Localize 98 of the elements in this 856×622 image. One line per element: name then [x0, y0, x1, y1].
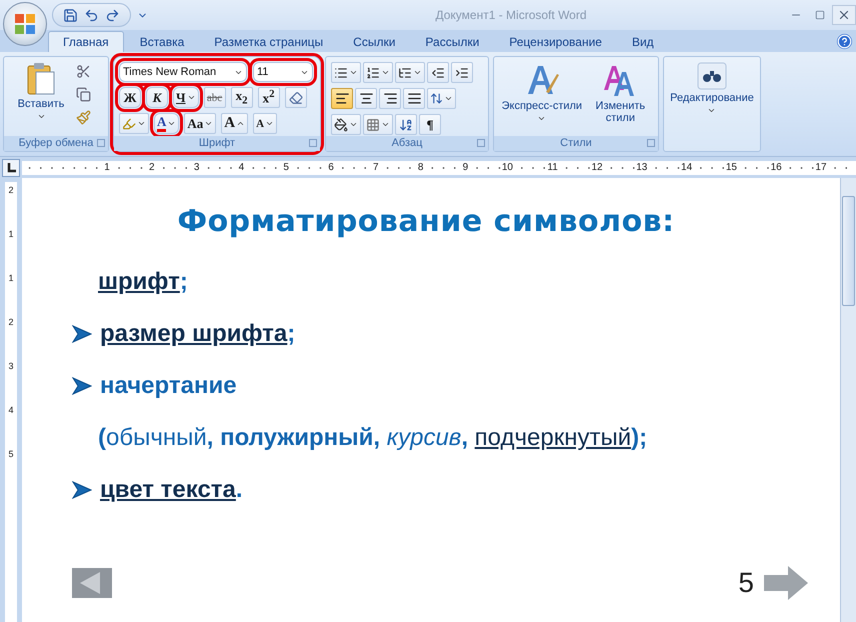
- numbering-button[interactable]: [363, 62, 393, 83]
- caret-icon: [381, 120, 390, 129]
- numbered-list-icon: [366, 66, 380, 80]
- align-icon: [358, 91, 374, 106]
- office-logo-icon: [13, 12, 37, 36]
- caret-icon: [36, 112, 46, 121]
- clear-format-button[interactable]: [284, 87, 307, 108]
- align-button[interactable]: [331, 88, 353, 109]
- copy-icon: [76, 87, 91, 102]
- decrease-indent-button[interactable]: [427, 62, 449, 83]
- ruler-number: 3: [8, 360, 14, 372]
- save-icon: [63, 8, 78, 22]
- caret-icon: [265, 119, 274, 128]
- multilevel-list-button[interactable]: [395, 62, 425, 83]
- align-button[interactable]: [403, 88, 425, 109]
- close-button[interactable]: [832, 5, 856, 25]
- caret-icon: [137, 119, 146, 128]
- tab-selector[interactable]: [2, 158, 20, 176]
- ruler-number: 5: [8, 448, 14, 460]
- caret-up-icon: [236, 119, 246, 128]
- shading-button[interactable]: [331, 114, 361, 135]
- ruler-number: 4: [8, 404, 14, 416]
- group-label: Абзац: [326, 136, 488, 151]
- group-label: Стили: [494, 136, 658, 151]
- help-icon: [837, 34, 852, 49]
- paste-button[interactable]: Вставить: [9, 62, 73, 136]
- bullet-list-icon: [334, 66, 348, 80]
- cut-icon: [76, 64, 91, 79]
- sort-icon: [399, 118, 413, 132]
- highlight-button[interactable]: [119, 113, 149, 134]
- group-label: Буфер обмена: [4, 136, 108, 151]
- multilevel-list-icon: [398, 66, 412, 80]
- sort-button[interactable]: [395, 114, 417, 135]
- shrink-font-button[interactable]: A: [253, 113, 278, 134]
- increase-indent-icon: [455, 66, 469, 80]
- align-icon: [406, 91, 422, 106]
- caret-icon: [186, 93, 196, 102]
- list-item-text: размер шрифта;: [100, 320, 296, 348]
- list-item-text: шрифт;: [98, 268, 188, 296]
- ruler-number: 2: [8, 184, 14, 196]
- caret-icon: [537, 114, 546, 123]
- decrease-indent-icon: [431, 66, 445, 80]
- ruler-number: 1: [8, 228, 14, 240]
- format-button[interactable]: x$_{2}$: [230, 87, 253, 108]
- paint-bucket-icon: [334, 118, 348, 132]
- scrollbar[interactable]: [840, 178, 856, 622]
- editing-button[interactable]: Редактирование: [670, 62, 754, 151]
- caret-icon: [349, 120, 358, 129]
- format-button[interactable]: x$^{2}$: [258, 87, 280, 108]
- eraser-icon: [288, 90, 303, 104]
- redo-icon: [105, 8, 120, 22]
- caret-icon: [444, 94, 453, 103]
- align-icon: [382, 91, 398, 106]
- ribbon-tab[interactable]: Разметка страницы: [200, 32, 338, 52]
- caret-icon: [381, 68, 390, 77]
- ruler-number: 2: [8, 316, 14, 328]
- restore-icon: [815, 10, 825, 20]
- ribbon-tab[interactable]: Рецензирование: [495, 32, 616, 52]
- caret-icon: [413, 68, 422, 77]
- line-spacing-icon: [430, 92, 443, 105]
- undo-icon: [84, 8, 99, 22]
- align-button[interactable]: [379, 88, 401, 109]
- highlighter-icon: [122, 116, 136, 130]
- quick-styles-button[interactable]: Экспресс-стили: [502, 62, 582, 136]
- change-case-button[interactable]: Aa: [184, 113, 216, 134]
- grow-font-button[interactable]: A: [221, 113, 248, 134]
- borders-icon: [366, 118, 380, 132]
- binoculars-icon: [696, 62, 727, 90]
- clipboard-icon: [26, 62, 56, 96]
- caret-icon: [349, 68, 358, 77]
- left-tab-icon: [6, 162, 16, 172]
- list-item-text: начертание: [100, 372, 237, 400]
- increase-indent-button[interactable]: [451, 62, 473, 83]
- line-spacing-button[interactable]: [427, 88, 456, 109]
- close-icon: [837, 8, 851, 22]
- ribbon-tab[interactable]: Ссылки: [339, 32, 410, 52]
- ribbon-tab[interactable]: Вставка: [126, 32, 198, 52]
- borders-button[interactable]: [363, 114, 393, 135]
- change-styles-button[interactable]: Изменить стили: [590, 62, 650, 136]
- caret-icon: [167, 119, 176, 128]
- list-item-text: цвет текста.: [100, 476, 243, 504]
- caret-icon: [707, 106, 716, 115]
- page-number: 5: [738, 567, 754, 599]
- ribbon-tab[interactable]: Вид: [618, 32, 668, 52]
- align-icon: [334, 91, 350, 106]
- list-item-text: (обычный, полужирный, курсив, подчеркнутый);: [98, 424, 648, 452]
- group-label: Шрифт: [114, 136, 320, 151]
- bullets-button[interactable]: [331, 62, 361, 83]
- align-button[interactable]: [355, 88, 377, 109]
- ruler-number: 1: [8, 272, 14, 284]
- window-title: Документ1 - Microsoft Word: [434, 8, 588, 22]
- ribbon-tab[interactable]: Главная: [48, 31, 124, 52]
- pilcrow-button[interactable]: ¶: [419, 114, 441, 135]
- ribbon-tab[interactable]: Рассылки: [411, 32, 494, 52]
- format-button[interactable]: abc: [204, 87, 226, 108]
- caret-icon: [204, 119, 214, 128]
- format-painter-icon: [76, 110, 91, 125]
- slide-title: Форматирование символов:: [176, 204, 676, 239]
